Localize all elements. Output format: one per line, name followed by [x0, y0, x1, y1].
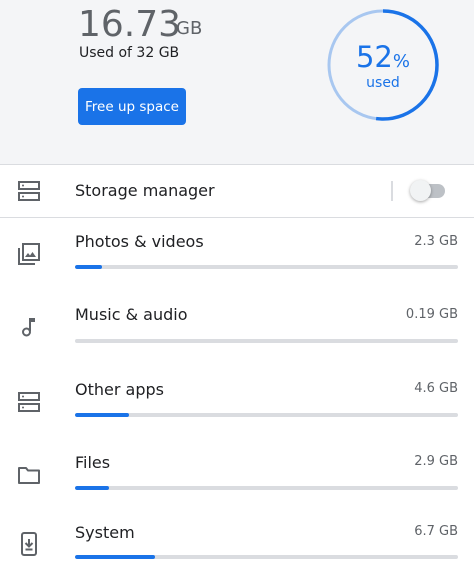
- category-size: 6.7 GB: [414, 524, 458, 539]
- category-usage-fill: [75, 486, 110, 490]
- category-size: 4.6 GB: [414, 381, 458, 396]
- usage-used-label: used: [366, 75, 400, 91]
- header-divider: [0, 164, 474, 165]
- usage-percent: 52%: [326, 40, 440, 74]
- category-usage-bar: [75, 555, 458, 559]
- music-note-icon: [16, 314, 42, 340]
- folder-icon: [16, 462, 42, 488]
- category-size: 2.9 GB: [414, 454, 458, 469]
- category-label: System: [75, 523, 135, 542]
- category-usage-bar: [75, 413, 458, 417]
- category-label: Files: [75, 453, 111, 472]
- toggle-separator: [391, 181, 393, 201]
- free-up-space-button[interactable]: Free up space: [78, 88, 186, 125]
- used-unit: GB: [176, 18, 203, 39]
- category-usage-fill: [75, 265, 102, 269]
- usage-percent-symbol: %: [392, 51, 410, 72]
- category-usage-fill: [75, 413, 129, 417]
- category-size: 2.3 GB: [414, 234, 458, 249]
- apps-storage-icon: [16, 389, 42, 415]
- manager-divider: [0, 217, 474, 218]
- category-label: Other apps: [75, 380, 164, 399]
- usage-percent-number: 52: [355, 40, 393, 74]
- category-usage-bar: [75, 486, 458, 490]
- toggle-thumb: [410, 180, 431, 201]
- category-usage-bar: [75, 339, 458, 343]
- used-of-total: Used of 32 GB: [79, 45, 180, 61]
- used-amount: 16.73: [78, 4, 182, 45]
- category-label: Photos & videos: [75, 232, 204, 251]
- category-usage-bar: [75, 265, 458, 269]
- photo-icon: [16, 241, 42, 267]
- phone-download-icon: [16, 531, 42, 557]
- category-size: 0.19 GB: [405, 307, 458, 322]
- category-label: Music & audio: [75, 305, 188, 324]
- category-usage-fill: [75, 555, 156, 559]
- storage-manager-label: Storage manager: [75, 181, 215, 200]
- storage-icon: [16, 178, 42, 204]
